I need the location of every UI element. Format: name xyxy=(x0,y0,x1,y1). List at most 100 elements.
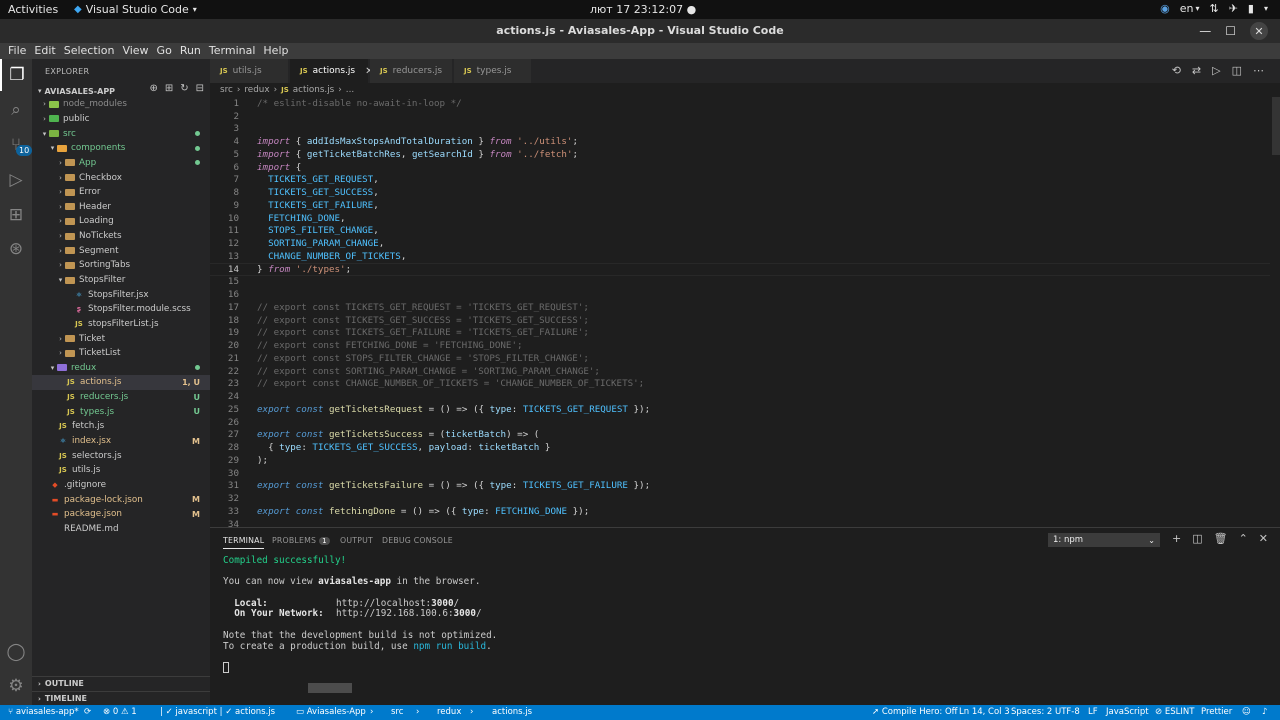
tree-item[interactable]: JS stopsFilterList.js xyxy=(32,317,210,332)
close-window-icon[interactable]: ✕ xyxy=(1250,22,1268,40)
status-crumbs[interactable]: | ✓ javascript | ✓ actions.js xyxy=(160,707,275,717)
tree-item[interactable]: › Loading xyxy=(32,214,210,229)
tree-item[interactable]: › Ticket xyxy=(32,331,210,346)
timeline-icon[interactable]: ⟲ xyxy=(1172,64,1181,77)
notifications-bell-icon[interactable]: ♪ xyxy=(1262,707,1267,717)
code-line[interactable]: 6 import { xyxy=(210,161,1270,174)
compare-changes-icon[interactable]: ⇄ xyxy=(1192,64,1201,77)
code-line[interactable]: 11 STOPS_FILTER_CHANGE, xyxy=(210,225,1270,238)
tree-item[interactable]: › NoTickets xyxy=(32,229,210,244)
tree-item[interactable]: › App xyxy=(32,156,210,171)
tab-utils-js[interactable]: JS utils.js xyxy=(210,59,289,83)
code-line[interactable]: 22 // export const SORTING_PARAM_CHANGE =… xyxy=(210,365,1270,378)
run-debug-icon[interactable]: ▷ xyxy=(0,164,32,196)
menu-go[interactable]: Go xyxy=(153,43,176,59)
tree-item[interactable]: ▬ package-lock.json M xyxy=(32,492,210,507)
account-icon[interactable]: ◯ xyxy=(0,636,32,668)
refresh-icon[interactable]: ↻ xyxy=(180,83,188,94)
feedback-icon[interactable]: ☺ xyxy=(1242,707,1251,717)
language-indicator[interactable]: en xyxy=(1180,2,1194,15)
code-line[interactable]: 21 // export const STOPS_FILTER_CHANGE = … xyxy=(210,352,1270,365)
activities-button[interactable]: Activities xyxy=(8,3,58,16)
cursor-position[interactable]: Ln 14, Col 3 xyxy=(959,707,1010,717)
prettier-status[interactable]: Prettier xyxy=(1201,707,1232,717)
code-line[interactable]: 3 xyxy=(210,123,1270,136)
indentation[interactable]: Spaces: 2 xyxy=(1011,707,1052,717)
status-root[interactable]: ▭ Aviasales-App xyxy=(296,707,366,717)
new-terminal-icon[interactable]: + xyxy=(1172,532,1181,545)
tree-item[interactable]: JS actions.js 1, U xyxy=(32,375,210,390)
tree-item[interactable]: ʂ StopsFilter.module.scss xyxy=(32,302,210,317)
breadcrumb-src[interactable]: src xyxy=(220,85,233,95)
tab-reducers-js[interactable]: JS reducers.js xyxy=(370,59,453,83)
collapse-all-icon[interactable]: ⊟ xyxy=(196,83,204,94)
tree-item[interactable]: › Error xyxy=(32,185,210,200)
panel-tab-problems[interactable]: PROBLEMS 1 xyxy=(272,536,330,545)
tree-item[interactable]: › TicketList xyxy=(32,346,210,361)
problems-status[interactable]: ⊗ 0 ⚠ 1 xyxy=(103,707,137,717)
outline-section[interactable]: › OUTLINE xyxy=(32,676,210,690)
new-file-icon[interactable]: ⊕ xyxy=(149,83,157,94)
code-line[interactable]: 30 xyxy=(210,467,1270,480)
breadcrumb-symbol[interactable]: ... xyxy=(346,85,354,95)
code-line[interactable]: 25 export const getTicketsRequest = () =>… xyxy=(210,403,1270,416)
minimize-icon[interactable]: — xyxy=(1199,24,1211,38)
tree-item[interactable]: ⚛ index.jsx M xyxy=(32,434,210,449)
code-line[interactable]: 19 // export const TICKETS_GET_FAILURE = … xyxy=(210,327,1270,340)
code-line[interactable]: 10 FETCHING_DONE, xyxy=(210,212,1270,225)
terminal-select[interactable]: 1: npm ⌄ xyxy=(1048,533,1160,547)
run-icon[interactable]: ▷ xyxy=(1212,64,1220,77)
tree-item[interactable]: JS fetch.js xyxy=(32,419,210,434)
tree-item[interactable]: › node_modules xyxy=(32,97,210,112)
panel-tab-debug-console[interactable]: DEBUG CONSOLE xyxy=(382,536,453,545)
close-panel-icon[interactable]: ✕ xyxy=(1259,532,1268,545)
terminal-cursor[interactable] xyxy=(223,662,229,676)
code-line[interactable]: 16 xyxy=(210,288,1270,301)
code-line[interactable]: 33 export const fetchingDone = () => ({ t… xyxy=(210,505,1270,518)
code-line[interactable]: 20 // export const FETCHING_DONE = 'FETCH… xyxy=(210,339,1270,352)
terminal-scrollbar[interactable] xyxy=(308,683,352,693)
code-line[interactable]: 31 export const getTicketsFailure = () =>… xyxy=(210,480,1270,493)
code-line[interactable]: 13 CHANGE_NUMBER_OF_TICKETS, xyxy=(210,250,1270,263)
kill-terminal-icon[interactable]: 🗑 xyxy=(1214,532,1228,545)
clock[interactable]: лют 17 23:12:07 ● xyxy=(590,3,696,16)
code-line[interactable]: 2 xyxy=(210,110,1270,123)
tree-item[interactable]: JS reducers.js U xyxy=(32,390,210,405)
menu-terminal[interactable]: Terminal xyxy=(205,43,260,59)
timeline-section[interactable]: › TIMELINE xyxy=(32,691,210,705)
code-line[interactable]: 23 // export const CHANGE_NUMBER_OF_TICKE… xyxy=(210,378,1270,391)
tree-item[interactable]: › Header xyxy=(32,199,210,214)
editor-scrollbar[interactable] xyxy=(1272,97,1280,155)
menu-help[interactable]: Help xyxy=(259,43,292,59)
code-line[interactable]: 17 // export const TICKETS_GET_REQUEST = … xyxy=(210,301,1270,314)
code-line[interactable]: 7 TICKETS_GET_REQUEST, xyxy=(210,174,1270,187)
code-line[interactable]: 32 xyxy=(210,492,1270,505)
code-line[interactable]: 24 xyxy=(210,390,1270,403)
breadcrumb-redux[interactable]: redux xyxy=(244,85,269,95)
panel-tab-terminal[interactable]: TERMINAL xyxy=(223,536,265,549)
code-line[interactable]: 15 xyxy=(210,276,1270,289)
menu-file[interactable]: File xyxy=(4,43,30,59)
menu-edit[interactable]: Edit xyxy=(30,43,59,59)
eslint-status[interactable]: ⊘ ESLINT xyxy=(1155,707,1194,717)
code-line[interactable]: 26 xyxy=(210,416,1270,429)
source-control-icon[interactable]: ⑂ 10 xyxy=(0,129,33,161)
tree-item[interactable]: JS utils.js xyxy=(32,463,210,478)
code-line[interactable]: 27 export const getTicketsSuccess = (tick… xyxy=(210,429,1270,442)
settings-gear-icon[interactable]: ⚙ xyxy=(0,670,32,702)
tree-item[interactable]: JS types.js U xyxy=(32,404,210,419)
network-url[interactable]: http://192.168.100.6: xyxy=(336,608,454,619)
split-terminal-icon[interactable]: ◫ xyxy=(1192,532,1202,545)
code-line[interactable]: 29); xyxy=(210,454,1270,467)
tree-item[interactable]: JS selectors.js xyxy=(32,448,210,463)
more-actions-icon[interactable]: ⋯ xyxy=(1253,64,1264,77)
tab-types-js[interactable]: JS types.js xyxy=(454,59,532,83)
tree-item[interactable]: ▾ src xyxy=(32,126,210,141)
tree-item[interactable]: › Checkbox xyxy=(32,170,210,185)
status-src[interactable]: src xyxy=(391,707,403,717)
explorer-files-icon[interactable]: ❐ xyxy=(0,59,32,91)
extensions-icon[interactable]: ⊞ xyxy=(0,199,32,231)
code-line[interactable]: 12 SORTING_PARAM_CHANGE, xyxy=(210,237,1270,250)
maximize-panel-icon[interactable]: ⌃ xyxy=(1239,532,1248,545)
sync-icon[interactable]: ⟳ xyxy=(84,707,91,717)
